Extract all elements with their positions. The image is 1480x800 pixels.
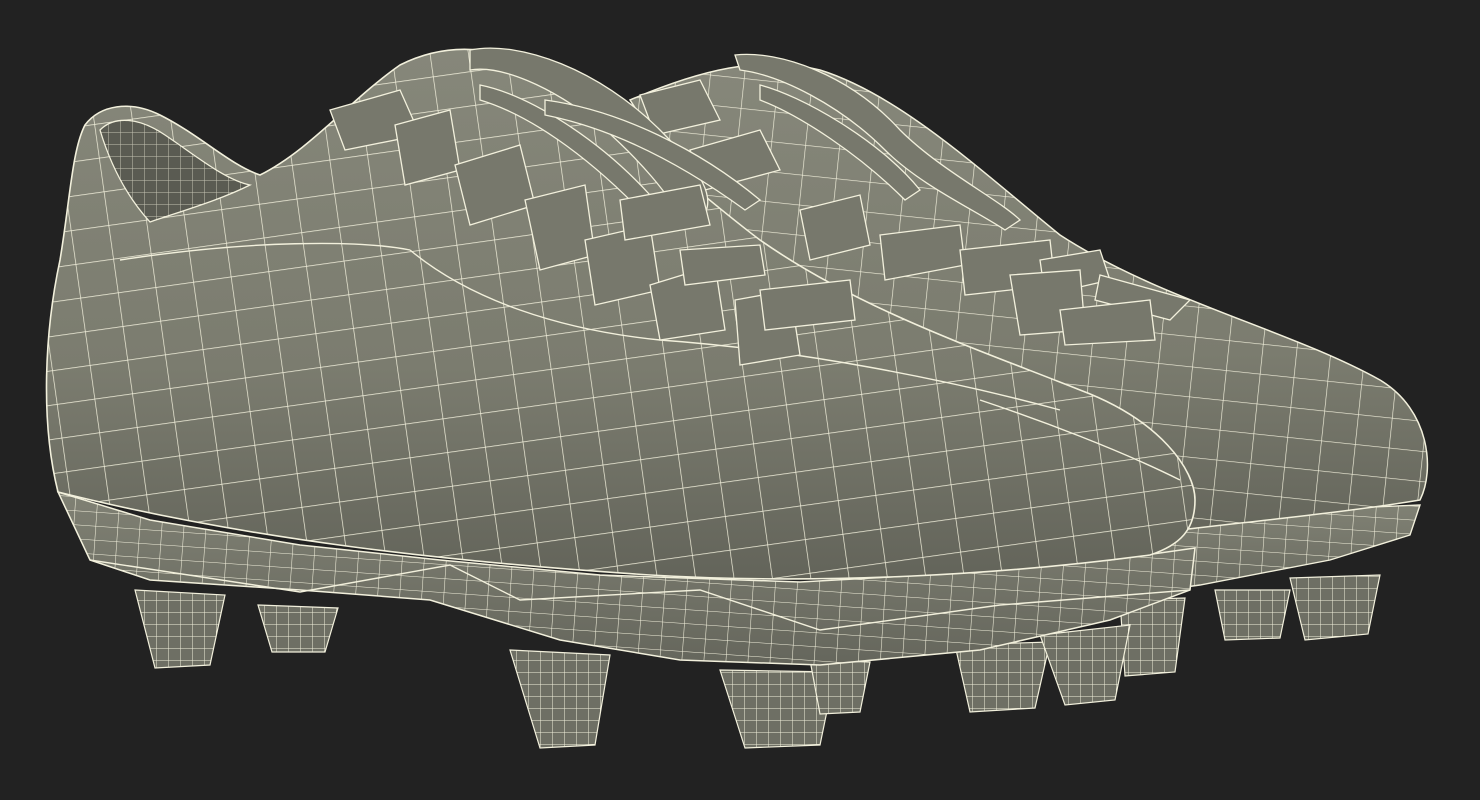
render-viewport — [0, 0, 1480, 800]
front-cleat — [45, 47, 1196, 749]
cleats-render — [45, 47, 1429, 749]
